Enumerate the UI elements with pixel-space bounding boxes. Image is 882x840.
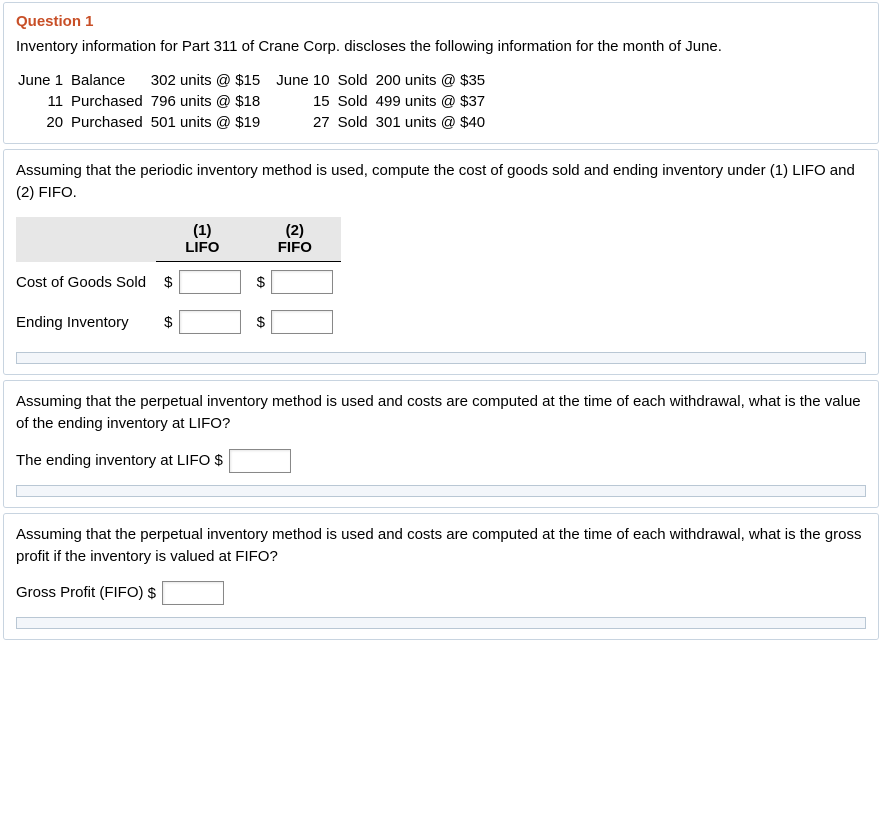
question-intro: Inventory information for Part 311 of Cr… [16,36,866,58]
dollar-sign: $ [257,274,265,291]
ledger-left-action: Purchased [69,91,149,112]
periodic-table: (1) LIFO (2) FIFO Cost of Goods Sold $ $… [16,217,341,342]
perpetual-lifo-instructions: Assuming that the perpetual inventory me… [16,391,866,435]
perpetual-lifo-prompt: The ending inventory at LIFO [16,452,210,469]
ledger-right-action: Sold [336,70,374,91]
endinv-fifo-input[interactable] [271,310,333,334]
periodic-card: Assuming that the periodic inventory met… [3,149,879,376]
perpetual-lifo-input[interactable] [229,449,291,473]
ledger-left-date: 11 [16,91,69,112]
ledger-row: 11 Purchased 796 units @ $18 15 Sold 499… [16,91,491,112]
cogs-fifo-input[interactable] [271,270,333,294]
col-header-fifo: (2) FIFO [249,217,342,262]
row-label-cogs: Cost of Goods Sold [16,262,156,303]
ledger-left-action: Purchased [69,112,149,133]
col-header-lifo: (1) LIFO [156,217,249,262]
ledger-right-date: June 10 [274,70,335,91]
perpetual-fifo-instructions: Assuming that the perpetual inventory me… [16,524,866,568]
perpetual-lifo-card: Assuming that the perpetual inventory me… [3,380,879,508]
ledger-right-action: Sold [336,91,374,112]
endinv-lifo-input[interactable] [179,310,241,334]
periodic-instructions: Assuming that the periodic inventory met… [16,160,866,204]
ledger-table: June 1 Balance 302 units @ $15 June 10 S… [16,70,491,133]
dollar-sign: $ [164,274,172,291]
dollar-sign: $ [164,314,172,331]
divider-bar [16,485,866,497]
ledger-right-detail: 301 units @ $40 [374,112,491,133]
ledger-right-date: 15 [274,91,335,112]
ledger-left-detail: 302 units @ $15 [149,70,266,91]
ledger-left-date: 20 [16,112,69,133]
row-label-ending-inv: Ending Inventory [16,302,156,342]
divider-bar [16,617,866,629]
ledger-left-detail: 796 units @ $18 [149,91,266,112]
ledger-right-detail: 200 units @ $35 [374,70,491,91]
question-card: Question 1 Inventory information for Par… [3,2,879,144]
ledger-right-date: 27 [274,112,335,133]
cogs-lifo-input[interactable] [179,270,241,294]
ledger-right-action: Sold [336,112,374,133]
question-title: Question 1 [16,13,866,30]
ledger-left-detail: 501 units @ $19 [149,112,266,133]
ledger-right-detail: 499 units @ $37 [374,91,491,112]
divider-bar [16,352,866,364]
perpetual-fifo-prompt: Gross Profit (FIFO) [16,584,144,601]
ledger-left-action: Balance [69,70,149,91]
dollar-sign: $ [257,314,265,331]
perpetual-fifo-card: Assuming that the perpetual inventory me… [3,513,879,641]
dollar-sign: $ [214,452,222,469]
ledger-left-date: June 1 [16,70,69,91]
ledger-row: June 1 Balance 302 units @ $15 June 10 S… [16,70,491,91]
perpetual-fifo-input[interactable] [162,581,224,605]
dollar-sign: $ [148,585,156,602]
ledger-row: 20 Purchased 501 units @ $19 27 Sold 301… [16,112,491,133]
